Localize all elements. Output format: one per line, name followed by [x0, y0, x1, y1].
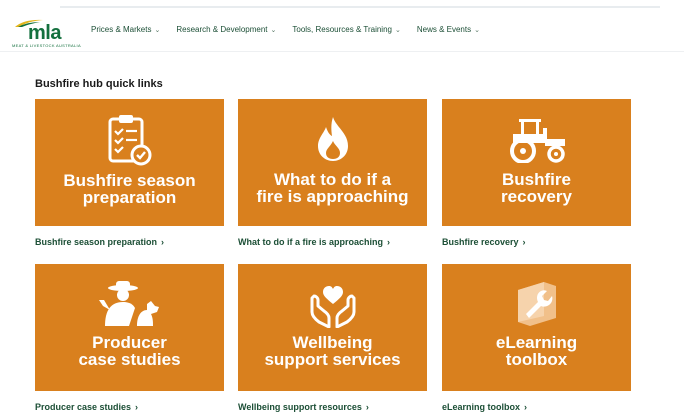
tile-elearning-toolbox[interactable]: eLearning toolbox — [442, 264, 631, 391]
tile-producer-case-studies[interactable]: Producer case studies — [35, 264, 224, 391]
link-wellbeing-support-resources[interactable]: Wellbeing support resources › — [238, 402, 369, 412]
nav-label: Research & Development — [176, 25, 268, 34]
nav-tools-resources-training[interactable]: Tools, Resources & Training ⌄ — [292, 25, 400, 34]
logo-tagline: MEAT & LIVESTOCK AUSTRALIA — [12, 43, 81, 48]
chevron-right-icon: › — [387, 237, 391, 247]
tile-wellbeing-support-services[interactable]: Wellbeing support services — [238, 264, 427, 391]
link-label: Bushfire season preparation — [35, 237, 158, 247]
chevron-down-icon: ⌄ — [154, 26, 161, 34]
tractor-icon — [509, 119, 565, 163]
nav-label: Prices & Markets — [91, 25, 152, 34]
link-label: What to do if a fire is approaching — [238, 237, 384, 247]
tile-title: eLearning toolbox — [495, 333, 578, 369]
wrench-icon — [517, 282, 556, 326]
link-producer-case-studies[interactable]: Producer case studies › — [35, 402, 138, 412]
chevron-down-icon: ⌄ — [474, 26, 480, 34]
tile-bushfire-recovery[interactable]: Bushfire recovery — [442, 99, 631, 226]
link-label: eLearning toolbox — [442, 402, 521, 412]
link-elearning-toolbox[interactable]: eLearning toolbox › — [442, 402, 527, 412]
tile-title: Wellbeing support services — [264, 333, 401, 369]
chevron-right-icon: › — [161, 237, 165, 247]
mla-logo[interactable]: mla MEAT & LIVESTOCK AUSTRALIA — [10, 14, 81, 48]
chevron-right-icon: › — [365, 402, 369, 412]
header-top-line — [60, 6, 660, 8]
link-label: Producer case studies — [35, 402, 132, 412]
link-label: Wellbeing support resources — [238, 402, 362, 412]
link-bushfire-season-preparation[interactable]: Bushfire season preparation › — [35, 237, 164, 247]
clipboard-check-icon — [108, 115, 151, 166]
logo-wordmark: mla — [28, 22, 61, 44]
tile-title: Producer case studies — [78, 333, 181, 369]
hands-heart-icon — [310, 286, 355, 328]
tile-title: Bushfire season preparation — [63, 171, 196, 207]
section-title: Bushfire hub quick links — [35, 78, 163, 90]
header-divider — [0, 51, 684, 52]
tile-bushfire-season-preparation[interactable]: Bushfire season preparation — [35, 99, 224, 226]
chevron-down-icon: ⌄ — [394, 26, 401, 34]
site-header: mla MEAT & LIVESTOCK AUSTRALIA Prices & … — [0, 0, 684, 52]
tile-title: What to do if a fire is approaching — [256, 170, 409, 206]
main-nav: Prices & Markets ⌄ Research & Developmen… — [91, 25, 480, 34]
link-fire-approaching[interactable]: What to do if a fire is approaching › — [238, 237, 390, 247]
link-bushfire-recovery[interactable]: Bushfire recovery › — [442, 237, 526, 247]
chevron-down-icon: ⌄ — [270, 26, 277, 34]
chevron-right-icon: › — [135, 402, 139, 412]
farmer-dog-icon — [98, 281, 159, 326]
tile-fire-approaching[interactable]: What to do if a fire is approaching — [238, 99, 427, 226]
chevron-right-icon: › — [524, 402, 528, 412]
nav-research-development[interactable]: Research & Development ⌄ — [176, 25, 276, 34]
link-label: Bushfire recovery — [442, 237, 519, 247]
nav-label: Tools, Resources & Training — [292, 25, 392, 34]
flame-icon — [317, 117, 348, 161]
nav-prices-markets[interactable]: Prices & Markets ⌄ — [91, 25, 160, 34]
nav-news-events[interactable]: News & Events ⌄ — [417, 25, 480, 34]
tile-title: Bushfire recovery — [501, 170, 572, 206]
chevron-right-icon: › — [522, 237, 526, 247]
nav-label: News & Events — [416, 25, 472, 34]
